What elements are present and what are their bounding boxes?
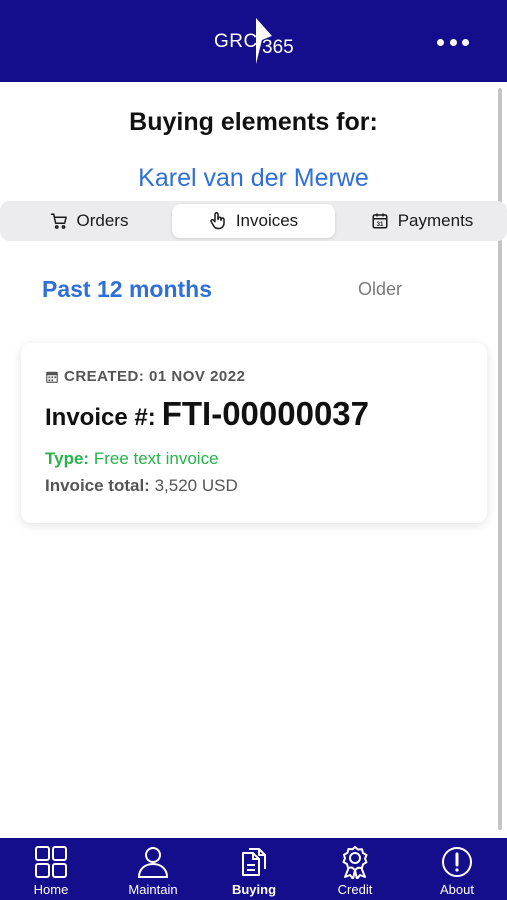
invoice-created-date: CREATED: 01 NOV 2022 — [64, 368, 246, 385]
nav-credit[interactable]: Credit — [326, 838, 384, 900]
segment-invoices-label: Invoices — [235, 211, 299, 230]
calendar-31-icon: 31 — [372, 213, 388, 229]
invoice-type-value: Free text invoice — [93, 449, 219, 468]
logo-365-text: 365 — [262, 37, 294, 58]
invoice-type-label: Type: — [45, 449, 90, 468]
info-alert-icon — [442, 847, 472, 877]
segment-orders-label: Orders — [76, 211, 129, 230]
more-options-button[interactable] — [432, 30, 474, 54]
nav-about[interactable]: About — [428, 838, 486, 900]
segment-payments-label: Payments — [397, 211, 474, 230]
segment-control: Orders Invoices 31 Payments — [0, 201, 507, 241]
invoice-created-row: CREATED: 01 NOV 2022 — [45, 368, 245, 385]
invoice-total-value: 3,520 USD — [154, 476, 238, 495]
tab-past-12-months[interactable]: Past 12 months — [42, 276, 212, 303]
nav-about-label: About — [440, 882, 474, 897]
tab-older[interactable]: Older — [358, 279, 402, 300]
documents-icon — [242, 848, 266, 876]
customer-name: Karel van der Merwe — [138, 164, 369, 192]
invoice-number: FTI-00000037 — [161, 395, 370, 432]
calendar-icon — [46, 371, 58, 383]
cart-icon — [50, 213, 67, 229]
invoice-type-row: Type: Free text invoice — [45, 449, 219, 469]
nav-buying-label: Buying — [231, 882, 277, 897]
segment-payments[interactable]: 31 Payments — [342, 204, 502, 238]
nav-home-label: Home — [33, 882, 69, 897]
invoice-total-row: Invoice total: 3,520 USD — [45, 476, 238, 496]
segment-orders[interactable]: Orders — [14, 204, 164, 238]
more-horizontal-icon — [437, 38, 444, 46]
nav-home[interactable]: Home — [20, 838, 82, 900]
top-bar: GRC 365 — [0, 0, 507, 82]
grc365-logo: GRC 365 — [214, 16, 296, 66]
page-heading: Buying elements for: — [129, 108, 378, 136]
nav-maintain-label: Maintain — [128, 882, 178, 897]
invoice-number-row: Invoice #: FTI-00000037 — [45, 395, 369, 433]
award-icon — [342, 846, 368, 879]
segment-invoices[interactable]: Invoices — [172, 204, 335, 238]
grid-icon — [35, 846, 67, 878]
invoice-number-label: Invoice #: — [45, 404, 156, 431]
nav-credit-label: Credit — [337, 882, 373, 897]
bottom-nav-bar: Home Maintain Buying Credit About — [0, 838, 507, 900]
nav-buying[interactable]: Buying — [222, 838, 286, 900]
hand-document-icon — [210, 212, 225, 230]
nav-maintain[interactable]: Maintain — [118, 838, 188, 900]
svg-text:31: 31 — [376, 222, 383, 228]
invoice-card[interactable]: CREATED: 01 NOV 2022 Invoice #: FTI-0000… — [21, 343, 487, 523]
scrollbar[interactable] — [498, 88, 502, 830]
invoice-total-label: Invoice total: — [45, 476, 150, 495]
person-icon — [137, 847, 169, 878]
